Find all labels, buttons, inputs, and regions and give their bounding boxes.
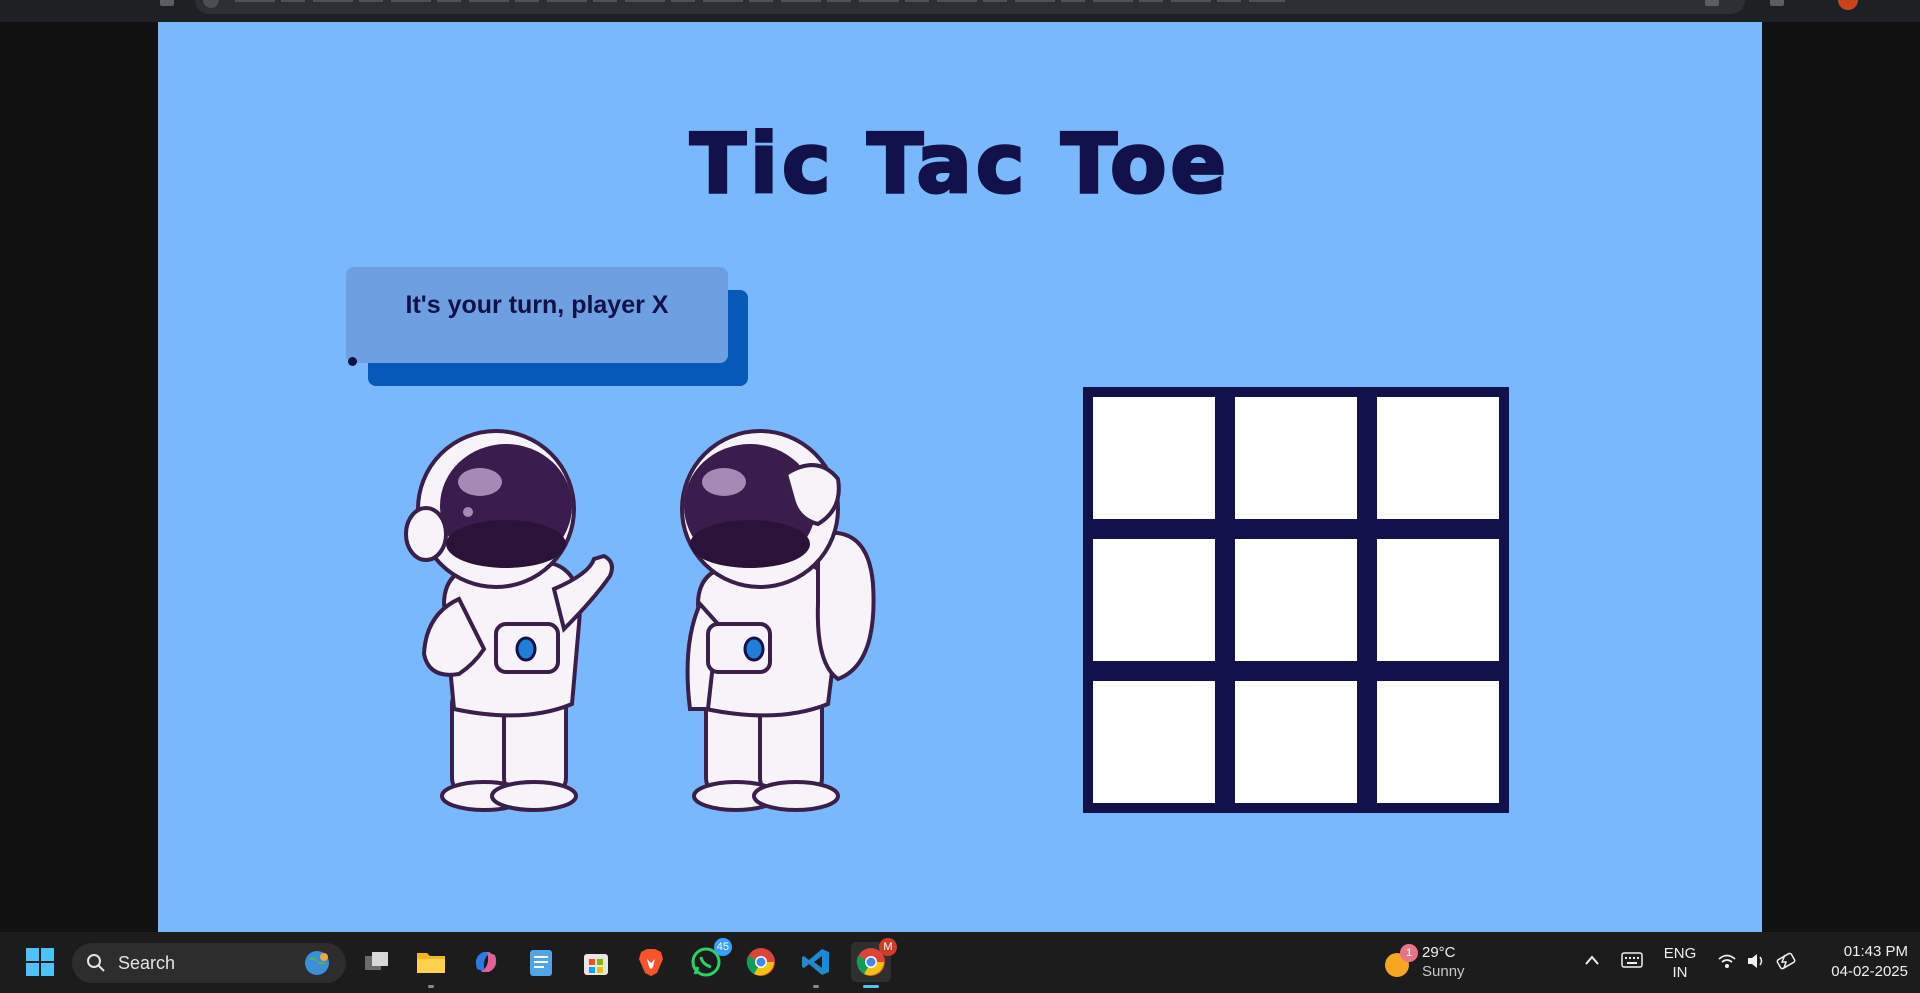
clock-time: 01:43 PM [1843, 943, 1908, 960]
turn-status-text: It's your turn, player X [405, 291, 669, 319]
address-bar-url [235, 0, 1285, 2]
chrome-profile-badge: M [879, 938, 897, 956]
taskbar-app-whatsapp[interactable]: 45 [686, 938, 732, 982]
language-code: ENG [1663, 945, 1697, 962]
extensions-icon[interactable] [1770, 0, 1784, 6]
taskbar-app-chrome[interactable] [741, 942, 781, 982]
taskbar-app-notepad[interactable] [521, 942, 561, 982]
taskbar-app-copilot[interactable] [466, 942, 506, 982]
globe-highlight-icon [305, 951, 329, 975]
board-cell[interactable] [1093, 397, 1215, 519]
tab-icon[interactable] [160, 0, 174, 6]
search-icon [87, 954, 105, 972]
windows-logo-icon [26, 948, 54, 976]
speech-bubble-dot [348, 357, 357, 366]
speech-bubble-tail [346, 342, 406, 352]
board-cell[interactable] [1235, 539, 1357, 661]
file-explorer-icon [417, 953, 445, 973]
battery-charging-icon[interactable] [1775, 951, 1797, 971]
chevron-up-icon[interactable] [1584, 954, 1600, 966]
copilot-icon [475, 952, 497, 972]
taskbar-app-brave[interactable] [631, 942, 671, 982]
notepad-icon [530, 950, 552, 976]
weather-badge: 1 [1400, 944, 1418, 962]
astronaut-pointing-illustration [404, 429, 614, 812]
address-bar[interactable] [195, 0, 1745, 14]
board-cell[interactable] [1377, 539, 1499, 661]
brave-icon [639, 949, 663, 976]
taskbar-app-file-explorer[interactable] [411, 942, 451, 988]
volume-icon[interactable] [1746, 952, 1766, 970]
system-clock[interactable]: 01:43 PM 04-02-2025 [1808, 942, 1908, 982]
game-board [1083, 387, 1509, 813]
start-button[interactable] [20, 942, 60, 982]
taskbar-search[interactable]: Search [72, 943, 346, 983]
site-info-icon[interactable] [203, 0, 219, 8]
keyboard-icon[interactable] [1621, 952, 1643, 968]
game-page: Tic Tac Toe It's your turn, player X [158, 22, 1762, 932]
search-label: Search [118, 953, 176, 973]
bookmark-icon[interactable] [1705, 0, 1719, 6]
clock-date: 04-02-2025 [1831, 963, 1908, 980]
board-cell[interactable] [1377, 397, 1499, 519]
weather-temperature: 29°C [1422, 944, 1456, 961]
astronaut-scratching-head-illustration [680, 429, 876, 812]
vscode-icon [802, 949, 829, 975]
speech-bubble-tail-shadow [368, 366, 432, 378]
page-title: Tic Tac Toe [688, 116, 1231, 214]
browser-toolbar [0, 0, 1920, 22]
weather-condition: Sunny [1422, 963, 1465, 980]
profile-avatar[interactable] [1838, 0, 1858, 10]
task-view-button[interactable] [357, 942, 397, 982]
microsoft-store-icon [584, 954, 608, 975]
board-cell[interactable] [1235, 681, 1357, 803]
chrome-icon [746, 948, 775, 976]
taskbar-app-vscode[interactable] [796, 942, 836, 988]
board-cell[interactable] [1093, 681, 1215, 803]
language-indicator[interactable]: ENG IN [1660, 944, 1700, 982]
wifi-icon[interactable] [1717, 952, 1737, 970]
board-cell[interactable] [1235, 397, 1357, 519]
board-cell[interactable] [1377, 681, 1499, 803]
task-view-icon [365, 952, 388, 970]
taskbar: Search 45 M 1 29°C Sunny ENG IN 01:43 PM… [0, 932, 1920, 993]
whatsapp-badge: 45 [713, 938, 732, 956]
weather-widget[interactable]: 1 29°C Sunny [1382, 942, 1492, 984]
taskbar-app-store[interactable] [576, 942, 616, 982]
taskbar-app-chrome-profile[interactable]: M [851, 938, 897, 988]
board-cell[interactable] [1093, 539, 1215, 661]
region-code: IN [1672, 964, 1688, 981]
